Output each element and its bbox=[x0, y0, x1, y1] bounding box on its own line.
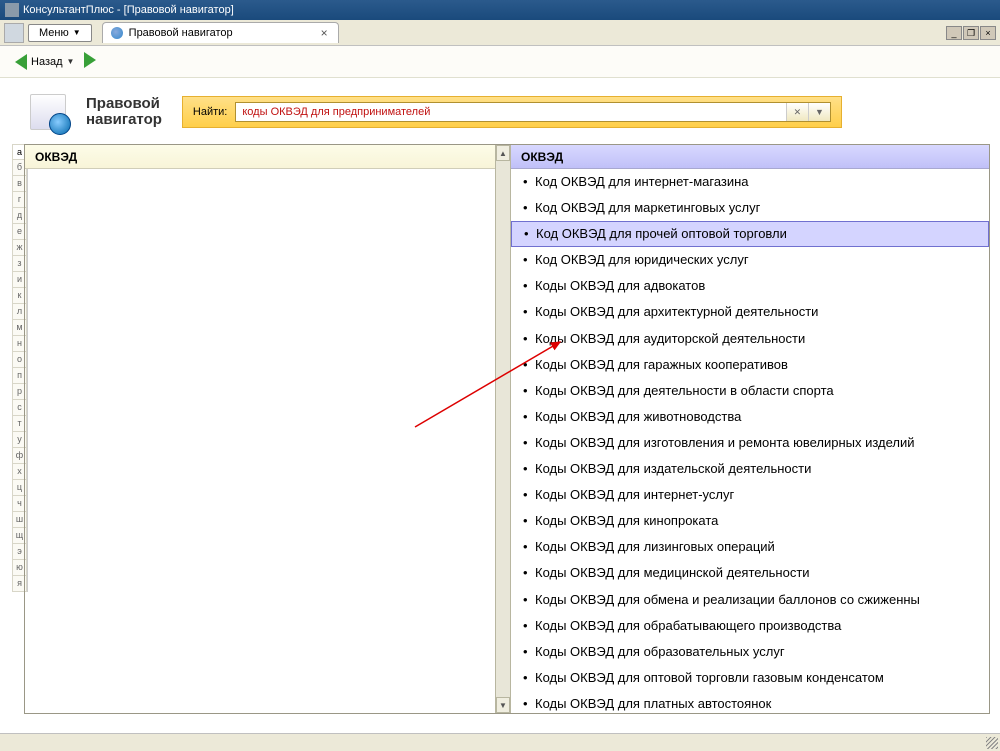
menu-button[interactable]: Меню ▼ bbox=[28, 24, 92, 42]
page-title: Правовой навигатор bbox=[86, 96, 162, 129]
scroll-up-button[interactable]: ▲ bbox=[496, 145, 510, 161]
titlebar: КонсультантПлюс - [Правовой навигатор] bbox=[0, 0, 1000, 20]
chevron-down-icon: ▼ bbox=[73, 28, 81, 37]
menu-label: Меню bbox=[39, 27, 69, 39]
list-item[interactable]: Коды ОКВЭД для лизинговых операций bbox=[511, 534, 989, 560]
navigator-icon bbox=[30, 94, 66, 130]
list-item[interactable]: Коды ОКВЭД для аудиторской деятельности bbox=[511, 326, 989, 352]
search-input[interactable] bbox=[236, 103, 786, 121]
window-title: КонсультантПлюс - [Правовой навигатор] bbox=[23, 4, 234, 16]
list-item[interactable]: Коды ОКВЭД для адвокатов bbox=[511, 273, 989, 299]
content-area: Правовой навигатор Найти: ✕ ▼ абвгдежзик… bbox=[0, 78, 1000, 714]
panels: ОКВЭД ▲ ▼ ОКВЭД Код ОКВЭД для интернет-м… bbox=[24, 144, 990, 714]
back-label: Назад bbox=[31, 56, 63, 68]
page-title-line2: навигатор bbox=[86, 111, 162, 128]
back-button[interactable]: Назад ▼ bbox=[15, 54, 74, 70]
arrow-right-icon bbox=[84, 52, 96, 68]
mdi-close-button[interactable]: × bbox=[980, 26, 996, 40]
chevron-down-icon: ▼ bbox=[67, 57, 75, 66]
searchbar: Найти: ✕ ▼ bbox=[182, 96, 842, 128]
list-item[interactable]: Коды ОКВЭД для интернет-услуг bbox=[511, 482, 989, 508]
list-item[interactable]: Коды ОКВЭД для деятельности в области сп… bbox=[511, 378, 989, 404]
list-item[interactable]: Коды ОКВЭД для оптовой торговли газовым … bbox=[511, 665, 989, 691]
tabbar: Правовой навигатор × bbox=[102, 22, 339, 43]
mdi-window-controls: _ ❐ × bbox=[946, 26, 996, 40]
menubar: Меню ▼ Правовой навигатор × bbox=[0, 20, 1000, 46]
list-item[interactable]: Код ОКВЭД для юридических услуг bbox=[511, 247, 989, 273]
splitter[interactable]: ▲ ▼ bbox=[495, 145, 511, 713]
list-item[interactable]: Код ОКВЭД для интернет-магазина bbox=[511, 169, 989, 195]
right-header-text: ОКВЭД bbox=[521, 150, 563, 164]
list-item[interactable]: Коды ОКВЭД для архитектурной деятельност… bbox=[511, 299, 989, 325]
forward-button[interactable] bbox=[84, 52, 96, 71]
search-dropdown-button[interactable]: ▼ bbox=[808, 103, 830, 121]
mdi-minimize-button[interactable]: _ bbox=[946, 26, 962, 40]
list-item[interactable]: Коды ОКВЭД для обрабатывающего производс… bbox=[511, 613, 989, 639]
search-label: Найти: bbox=[193, 106, 227, 118]
left-header-text: ОКВЭД bbox=[35, 150, 77, 164]
list-item[interactable]: Коды ОКВЭД для изготовления и ремонта юв… bbox=[511, 430, 989, 456]
left-panel-header: ОКВЭД bbox=[25, 145, 495, 169]
search-clear-button[interactable]: ✕ bbox=[786, 103, 808, 121]
list-item[interactable]: Коды ОКВЭД для обмена и реализации балло… bbox=[511, 587, 989, 613]
list-item[interactable]: Код ОКВЭД для маркетинговых услуг bbox=[511, 195, 989, 221]
close-icon[interactable]: × bbox=[319, 26, 330, 40]
arrow-left-icon bbox=[15, 54, 27, 70]
page-header-row: Правовой навигатор Найти: ✕ ▼ bbox=[30, 94, 990, 130]
list-item[interactable]: Коды ОКВЭД для платных автостоянок bbox=[511, 691, 989, 713]
app-logo bbox=[4, 23, 24, 43]
results-list: Код ОКВЭД для интернет-магазинаКод ОКВЭД… bbox=[511, 169, 989, 713]
list-item[interactable]: Коды ОКВЭД для животноводства bbox=[511, 404, 989, 430]
page-title-line1: Правовой bbox=[86, 95, 160, 112]
list-item[interactable]: Код ОКВЭД для прочей оптовой торговли bbox=[511, 221, 989, 247]
resize-grip-icon[interactable] bbox=[986, 737, 998, 749]
navbar: Назад ▼ bbox=[0, 46, 1000, 78]
list-item[interactable]: Коды ОКВЭД для медицинской деятельности bbox=[511, 560, 989, 586]
left-panel: ОКВЭД bbox=[25, 145, 495, 713]
scroll-down-button[interactable]: ▼ bbox=[496, 697, 510, 713]
right-panel: ОКВЭД Код ОКВЭД для интернет-магазинаКод… bbox=[511, 145, 989, 713]
list-item[interactable]: Коды ОКВЭД для издательской деятельности bbox=[511, 456, 989, 482]
tab-navigator[interactable]: Правовой навигатор × bbox=[102, 22, 339, 43]
tab-label: Правовой навигатор bbox=[129, 27, 233, 39]
right-panel-header: ОКВЭД bbox=[511, 145, 989, 169]
list-item[interactable]: Коды ОКВЭД для кинопроката bbox=[511, 508, 989, 534]
app-icon bbox=[5, 3, 19, 17]
list-item[interactable]: Коды ОКВЭД для образовательных услуг bbox=[511, 639, 989, 665]
searchbox: ✕ ▼ bbox=[235, 102, 831, 122]
statusbar bbox=[0, 733, 1000, 751]
globe-icon bbox=[111, 27, 123, 39]
list-item[interactable]: Коды ОКВЭД для гаражных кооперативов bbox=[511, 352, 989, 378]
mdi-restore-button[interactable]: ❐ bbox=[963, 26, 979, 40]
